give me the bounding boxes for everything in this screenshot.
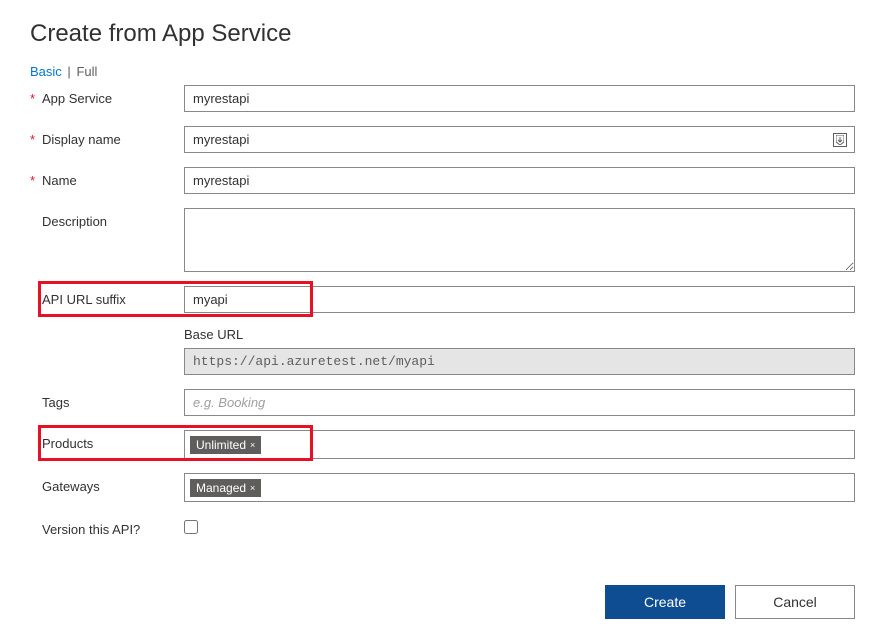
- chip-label: Unlimited: [196, 438, 246, 452]
- chip-remove-icon[interactable]: ×: [250, 483, 255, 493]
- app-service-input[interactable]: [184, 85, 855, 112]
- tags-label: Tags: [42, 395, 69, 410]
- tab-basic[interactable]: Basic: [30, 64, 62, 79]
- tab-bar: Basic | Full: [30, 64, 855, 79]
- description-label: Description: [42, 214, 107, 229]
- tags-input[interactable]: [184, 389, 855, 416]
- display-name-input[interactable]: [184, 126, 855, 153]
- chip-label: Managed: [196, 481, 246, 495]
- gateways-label: Gateways: [42, 479, 100, 494]
- page-title: Create from App Service: [30, 20, 855, 48]
- display-name-label: Display name: [42, 132, 121, 147]
- products-label: Products: [42, 436, 93, 451]
- required-asterisk: *: [30, 173, 42, 188]
- products-chip-unlimited[interactable]: Unlimited ×: [189, 435, 262, 455]
- tab-full[interactable]: Full: [76, 64, 97, 79]
- version-this-api-checkbox[interactable]: [184, 520, 198, 534]
- gateways-input[interactable]: Managed ×: [184, 473, 855, 502]
- tab-separator: |: [67, 64, 70, 79]
- chip-remove-icon[interactable]: ×: [250, 440, 255, 450]
- gateways-chip-managed[interactable]: Managed ×: [189, 478, 262, 498]
- name-label: Name: [42, 173, 77, 188]
- name-input[interactable]: [184, 167, 855, 194]
- base-url-label: Base URL: [184, 327, 855, 342]
- app-service-label: App Service: [42, 91, 112, 106]
- version-this-api-label: Version this API?: [42, 522, 140, 537]
- api-url-suffix-label: API URL suffix: [42, 292, 126, 307]
- base-url-value: https://api.azuretest.net/myapi: [184, 348, 855, 375]
- save-icon[interactable]: [833, 133, 847, 147]
- required-asterisk: *: [30, 132, 42, 147]
- api-url-suffix-input[interactable]: [184, 286, 855, 313]
- description-input[interactable]: [184, 208, 855, 272]
- required-asterisk: *: [30, 91, 42, 106]
- products-input[interactable]: Unlimited ×: [184, 430, 855, 459]
